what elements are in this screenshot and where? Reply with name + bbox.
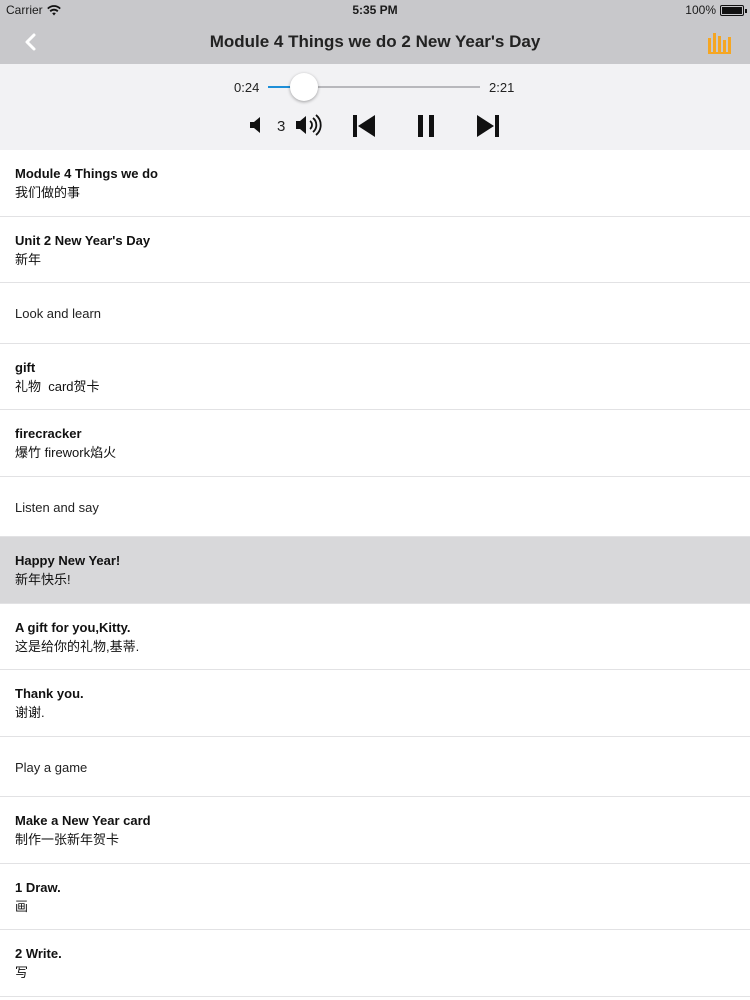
list-item-chinese: 制作一张新年贺卡 [15, 832, 120, 847]
list-item-english: Module 4 Things we do [15, 166, 158, 181]
list-item[interactable]: Module 4 Things we do 我们做的事 [0, 150, 750, 217]
volume-down-button[interactable] [248, 114, 268, 136]
list-item[interactable]: Look and learn [0, 283, 750, 344]
list-item-english: Play a game [15, 759, 88, 775]
skip-previous-icon [353, 115, 375, 137]
list-item-english: A gift for you,Kitty. [15, 619, 131, 635]
pause-icon [418, 115, 434, 137]
list-item[interactable]: Thank you. 谢谢. [0, 670, 750, 737]
lesson-list: Module 4 Things we do 我们做的事 Unit 2 New Yea… [0, 150, 750, 997]
pause-button[interactable] [414, 112, 438, 140]
audio-player: 0:24 2:21 3 [0, 64, 750, 150]
status-time: 5:35 PM [352, 3, 398, 17]
volume-up-button[interactable] [294, 112, 326, 138]
list-item-chinese: 礼物 card贺卡 [15, 378, 100, 394]
list-item[interactable]: Listen and say [0, 477, 750, 537]
list-item-english: Look and learn [15, 306, 102, 321]
total-time: 2:21 [489, 80, 515, 95]
list-item-english: 1 Draw. [15, 879, 61, 895]
list-item[interactable]: firecracker 爆竹 firework焰火 [0, 410, 750, 477]
list-item[interactable]: 2 Write. 写 [0, 930, 750, 997]
list-item[interactable]: Play a game [0, 737, 750, 797]
list-item-english: Listen and say [15, 499, 99, 515]
list-item[interactable]: Happy New Year! 新年快乐! [0, 537, 750, 604]
volume-level: 3 [277, 118, 286, 135]
battery-percent: 100% [685, 3, 716, 17]
battery-icon [720, 4, 747, 16]
list-item[interactable]: Make a New Year card 制作一张新年贺卡 [0, 797, 750, 864]
speaker-low-icon [250, 117, 260, 133]
next-track-button[interactable] [474, 112, 502, 140]
progress-thumb[interactable] [290, 73, 319, 101]
nav-bar: Module 4 Things we do 2 New Year's Day [0, 20, 750, 64]
list-item-chinese: 新年 [15, 251, 42, 267]
equalizer-bars-icon [708, 33, 731, 54]
progress-slider[interactable] [268, 73, 480, 101]
speaker-high-icon [296, 114, 322, 136]
list-item-english: firecracker [15, 426, 82, 441]
list-item-chinese: 画 [15, 898, 29, 914]
list-item-chinese: 这是给你的礼物,基蒂. [15, 638, 140, 654]
list-item-chinese: 我们做的事 [15, 185, 81, 200]
list-item-english: Thank you. [15, 686, 84, 701]
list-item[interactable]: 1 Draw. 画 [0, 864, 750, 930]
list-item-english: gift [15, 359, 36, 375]
list-item-english: Make a New Year card [15, 813, 151, 828]
previous-track-button[interactable] [350, 112, 378, 140]
list-item[interactable]: A gift for you,Kitty. 这是给你的礼物,基蒂. [0, 604, 750, 670]
list-item[interactable]: Unit 2 New Year's Day 新年 [0, 217, 750, 283]
status-bar: Carrier 5:35 PM 100% [0, 0, 750, 20]
list-item-english: Happy New Year! [15, 553, 121, 568]
skip-next-icon [477, 115, 499, 137]
status-right: 100% [685, 3, 747, 17]
list-item-english: Unit 2 New Year's Day [15, 232, 151, 248]
list-item-chinese: 谢谢. [15, 705, 45, 720]
list-item-chinese: 新年快乐! [15, 572, 71, 587]
page-title: Module 4 Things we do 2 New Year's Day [209, 32, 541, 51]
list-item-chinese: 爆竹 firework焰火 [15, 445, 117, 460]
playlist-button[interactable] [708, 32, 732, 54]
list-item-chinese: 写 [15, 965, 29, 980]
list-item[interactable]: gift 礼物 card贺卡 [0, 344, 750, 410]
list-item-english: 2 Write. [15, 946, 62, 961]
current-time: 0:24 [234, 80, 260, 95]
